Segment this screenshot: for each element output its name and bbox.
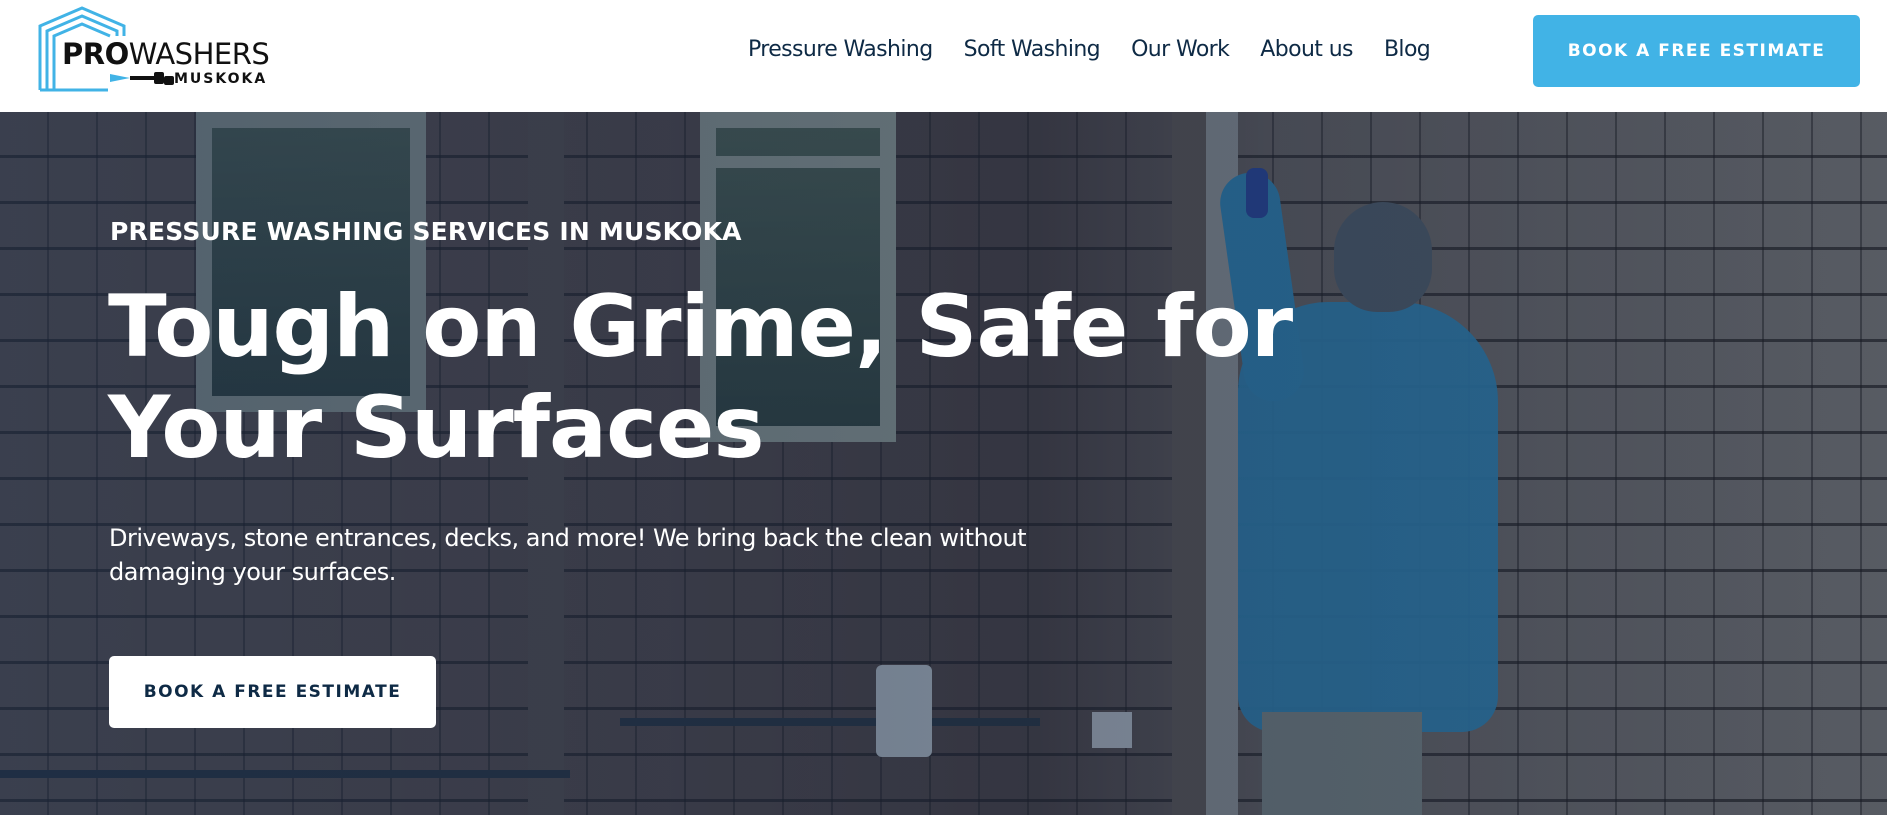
hero-title: Tough on Grime, Safe for Your Surfaces (108, 277, 1408, 479)
hero-subtitle: Driveways, stone entrances, decks, and m… (109, 524, 1027, 586)
header-book-estimate-button[interactable]: BOOK A FREE ESTIMATE (1533, 15, 1860, 87)
logo-washers-text: WASHERS (128, 37, 270, 71)
site-header: PROWASHERS MUSKOKA Pressure Washing Soft… (0, 0, 1887, 112)
nav-our-work[interactable]: Our Work (1131, 35, 1230, 65)
logo-pro-text: PRO (62, 37, 129, 71)
logo-wordmark: PROWASHERS (62, 37, 270, 71)
nav-soft-washing[interactable]: Soft Washing (964, 35, 1101, 65)
main-nav: Pressure Washing Soft Washing Our Work A… (748, 35, 1431, 65)
hero-eyebrow: PRESSURE WASHING SERVICES IN MUSKOKA (110, 217, 742, 246)
hero-section: PRESSURE WASHING SERVICES IN MUSKOKA Tou… (0, 112, 1887, 815)
nav-about-us[interactable]: About us (1260, 35, 1353, 65)
pressure-wand-icon (110, 72, 174, 85)
nav-blog[interactable]: Blog (1384, 35, 1431, 65)
pro-washers-logo[interactable]: PROWASHERS MUSKOKA (38, 6, 278, 94)
hero-title-line: Tough on Grime, Safe for (108, 277, 1293, 377)
logo-location-text: MUSKOKA (174, 71, 268, 87)
hero-title-line: Your Surfaces (108, 378, 765, 478)
nav-pressure-washing[interactable]: Pressure Washing (748, 35, 933, 65)
hero-book-estimate-button[interactable]: BOOK A FREE ESTIMATE (109, 656, 436, 728)
